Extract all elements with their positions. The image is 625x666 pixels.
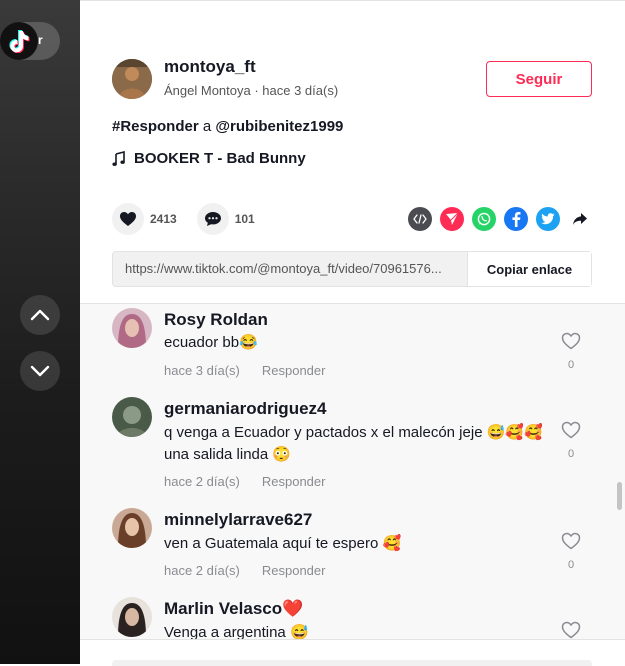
comment-author[interactable]: minnelylarrave627: [164, 510, 312, 530]
share-buttons: [408, 207, 592, 231]
music-note-icon: [112, 150, 125, 166]
comment-avatar[interactable]: [112, 508, 152, 548]
comment-avatar[interactable]: [112, 308, 152, 348]
next-video-button[interactable]: [20, 351, 60, 391]
music-link[interactable]: BOOKER T - Bad Bunny: [112, 150, 306, 167]
comment-time: hace 2 día(s): [164, 563, 240, 578]
like-button[interactable]: [112, 203, 144, 235]
comment-author[interactable]: germaniarodriguez4: [164, 399, 327, 419]
comment-time: hace 2 día(s): [164, 474, 240, 489]
comment-like[interactable]: [560, 621, 582, 639]
reply-target-mention[interactable]: @rubibenitez1999: [215, 118, 343, 135]
heart-icon: [120, 212, 136, 226]
share-arrow-icon: [573, 213, 587, 225]
heart-outline-icon: [561, 532, 581, 550]
comment-reply-button[interactable]: Responder: [262, 363, 326, 378]
facebook-share-button[interactable]: [504, 207, 528, 231]
comment-like[interactable]: 0: [560, 532, 582, 571]
comment-button[interactable]: [196, 203, 229, 235]
reply-word: a: [202, 118, 212, 135]
comment-like[interactable]: 0: [560, 332, 582, 371]
comment-meta: hace 3 día(s) Responder: [164, 363, 325, 378]
tiktok-logo-pill[interactable]: r: [0, 22, 60, 60]
comment-text: q venga a Ecuador y pactados x el malecó…: [164, 424, 543, 463]
post-description: #Responder a @rubibenitez1999: [112, 118, 343, 135]
comment-reply-button[interactable]: Responder: [262, 563, 326, 578]
heart-outline-icon: [561, 621, 581, 639]
whatsapp-icon: [477, 212, 491, 226]
author-subline: Ángel Montoya · hace 3 día(s): [164, 83, 339, 98]
send-share-button[interactable]: [440, 207, 464, 231]
comment-count: 101: [234, 212, 255, 226]
whatsapp-share-button[interactable]: [472, 207, 496, 231]
comment-author[interactable]: Marlin Velasco❤️: [164, 599, 303, 619]
facebook-icon: [512, 212, 521, 227]
follow-button[interactable]: Seguir: [486, 61, 592, 97]
comment-time: hace 3 día(s): [164, 363, 240, 378]
embed-share-button[interactable]: [408, 207, 432, 231]
comments-scrollbar[interactable]: [617, 482, 622, 510]
post-actions: 2413 101: [112, 203, 275, 235]
comment-icon: [204, 212, 221, 226]
heart-outline-icon: [561, 332, 581, 350]
author-avatar[interactable]: [112, 59, 152, 99]
comment-text: Venga a argentina 😅: [164, 624, 309, 639]
video-side-panel: r: [0, 0, 80, 664]
comment-input-box[interactable]: [112, 660, 592, 666]
comment-like-count: 0: [567, 448, 575, 460]
comment-author[interactable]: Rosy Roldan: [164, 310, 268, 330]
twitter-share-button[interactable]: [536, 207, 560, 231]
comments-list[interactable]: Rosy Roldan ecuador bb😂 hace 3 día(s) Res…: [80, 303, 625, 639]
more-share-button[interactable]: [568, 207, 592, 231]
comment-like-count: 0: [567, 559, 575, 571]
comment-meta: hace 2 día(s) Responder: [164, 474, 325, 489]
comment-text: ecuador bb😂: [164, 334, 258, 351]
twitter-icon: [541, 213, 555, 225]
post-header: montoya_ft Ángel Montoya · hace 3 día(s)…: [80, 1, 625, 303]
video-link-url[interactable]: https://www.tiktok.com/@montoya_ft/video…: [113, 252, 467, 286]
comment-like-count: 0: [567, 359, 575, 371]
copy-link-button[interactable]: Copiar enlace: [467, 252, 591, 286]
heart-outline-icon: [561, 421, 581, 439]
comment-avatar[interactable]: [112, 397, 152, 437]
comment-reply-button[interactable]: Responder: [262, 474, 326, 489]
tiktok-logo-icon[interactable]: [0, 22, 38, 60]
copy-link-box: https://www.tiktok.com/@montoya_ft/video…: [112, 251, 592, 287]
comment-text: ven a Guatemala aquí te espero 🥰: [164, 535, 402, 552]
embed-code-icon: [413, 214, 427, 224]
like-count: 2413: [150, 212, 177, 226]
send-icon: [446, 212, 459, 225]
chevron-up-icon: [30, 309, 50, 321]
video-detail-panel: montoya_ft Ángel Montoya · hace 3 día(s)…: [80, 0, 625, 666]
logo-pill-text: r: [38, 33, 43, 47]
music-title: BOOKER T - Bad Bunny: [134, 150, 306, 167]
comment-avatar[interactable]: [112, 597, 152, 637]
author-username[interactable]: montoya_ft: [164, 57, 256, 77]
comment-like[interactable]: 0: [560, 421, 582, 460]
chevron-down-icon: [30, 365, 50, 377]
reply-hashtag[interactable]: #Responder: [112, 118, 199, 135]
comment-input-area: [80, 639, 625, 666]
previous-video-button[interactable]: [20, 295, 60, 335]
comment-meta: hace 2 día(s) Responder: [164, 563, 325, 578]
